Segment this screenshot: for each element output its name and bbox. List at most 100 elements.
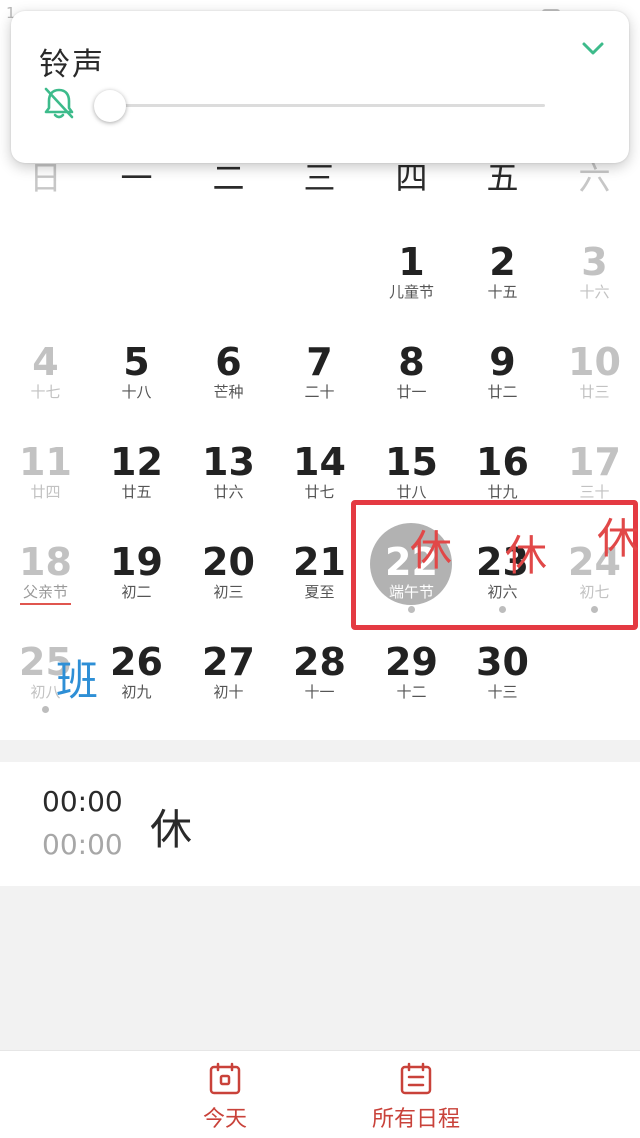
lunar-date-label: 十五 [487, 283, 518, 301]
calendar-day-27[interactable]: 27 初十 [183, 640, 274, 740]
lunar-date-label: 廿五 [121, 483, 152, 501]
day-number: 6 [215, 340, 242, 384]
day-number: 10 [568, 340, 621, 384]
empty-area [0, 886, 640, 1050]
event-item[interactable]: 00:00 00:00 休 [0, 762, 640, 886]
today-tab[interactable]: 今天 [155, 1061, 295, 1137]
calendar-day-7[interactable]: 7 二十 [274, 340, 365, 440]
day-number: 2 [489, 240, 516, 284]
event-dot [42, 706, 49, 713]
day-number: 4 [32, 340, 59, 384]
lunar-date-label: 廿四 [30, 483, 61, 501]
calendar-day-19[interactable]: 19 初二 [91, 540, 182, 640]
lunar-date-label: 芒种 [213, 383, 244, 401]
day-number: 28 [293, 640, 346, 684]
calendar-day-6[interactable]: 6 芒种 [183, 340, 274, 440]
lunar-date-label: 廿一 [396, 383, 427, 401]
rest-mark: 休 [410, 526, 453, 575]
day-number: 13 [202, 440, 255, 484]
weekday-mon: 一 [120, 162, 153, 192]
day-number: 7 [306, 340, 333, 384]
lunar-date-label: 廿七 [304, 483, 335, 501]
all-schedules-tab[interactable]: 所有日程 [346, 1061, 486, 1137]
day-number: 11 [19, 440, 72, 484]
lunar-date-label: 初二 [121, 583, 152, 601]
calendar-day-5[interactable]: 5 十八 [91, 340, 182, 440]
day-number: 9 [489, 340, 516, 384]
calendar-day-13[interactable]: 13 廿六 [183, 440, 274, 540]
day-number: 26 [110, 640, 163, 684]
day-number: 12 [110, 440, 163, 484]
calendar-day-18[interactable]: 18 父亲节 [0, 540, 91, 640]
day-number: 14 [293, 440, 346, 484]
calendar-day-4[interactable]: 4 十七 [0, 340, 91, 440]
calendar-today-icon [209, 1062, 241, 1095]
calendar-day-10[interactable]: 10 廿三 [549, 340, 640, 440]
lunar-date-label: 儿童节 [388, 283, 434, 301]
lunar-date-label: 初十 [213, 683, 244, 701]
day-number: 30 [476, 640, 529, 684]
lunar-date-label: 二十 [304, 383, 335, 401]
lunar-date-label: 父亲节 [22, 583, 68, 601]
weekday-wed: 三 [303, 162, 336, 192]
calendar-day-2[interactable]: 2 十五 [457, 240, 548, 340]
day-number: 29 [385, 640, 438, 684]
day-number: 27 [202, 640, 255, 684]
all-schedules-tab-label: 所有日程 [371, 1107, 460, 1132]
day-number: 3 [581, 240, 608, 284]
event-start-time: 00:00 [42, 785, 123, 818]
lunar-date-label: 初三 [213, 583, 244, 601]
lunar-date-label: 初九 [121, 683, 152, 701]
rest-mark: 休 [597, 514, 640, 563]
day-number: 5 [123, 340, 150, 384]
weekday-tue: 二 [212, 162, 245, 192]
day-number: 15 [385, 440, 438, 484]
calendar-day-11[interactable]: 11 廿四 [0, 440, 91, 540]
weekday-sun: 日 [29, 162, 62, 192]
lunar-date-label: 十八 [121, 383, 152, 401]
event-end-time: 00:00 [42, 828, 123, 861]
calendar-day-12[interactable]: 12 廿五 [91, 440, 182, 540]
lunar-date-label: 廿二 [487, 383, 518, 401]
calendar-day-8[interactable]: 8 廿一 [366, 340, 457, 440]
bottom-tab-bar: 今天 所有日程 [0, 1050, 640, 1138]
event-title: 休 [150, 805, 193, 854]
bell-muted-icon[interactable] [39, 83, 79, 123]
calendar-day-29[interactable]: 29 十二 [366, 640, 457, 740]
schedule-list-icon [400, 1062, 432, 1095]
lunar-date-label: 十二 [396, 683, 427, 701]
day-number: 16 [476, 440, 529, 484]
lunar-date-label: 三十 [579, 483, 610, 501]
volume-slider-thumb[interactable] [94, 90, 126, 122]
chevron-down-icon[interactable] [577, 33, 609, 65]
weekday-sat: 六 [578, 162, 611, 192]
calendar-screen: 1... ... 日 一 二 三 四 五 六 1儿童节2十五3十六4十七5十八6… [0, 0, 640, 1138]
ringtone-volume-popup: 铃声 [11, 11, 629, 163]
lunar-date-label: 十一 [304, 683, 335, 701]
lunar-date-label: 廿八 [396, 483, 427, 501]
calendar-day-20[interactable]: 20 初三 [183, 540, 274, 640]
ringtone-title: 铃声 [39, 47, 105, 83]
day-number: 17 [568, 440, 621, 484]
festival-underline [20, 603, 71, 605]
day-number: 19 [110, 540, 163, 584]
day-number: 20 [202, 540, 255, 584]
day-number: 1 [398, 240, 425, 284]
lunar-date-label: 十七 [30, 383, 61, 401]
calendar-day-9[interactable]: 9 廿二 [457, 340, 548, 440]
holiday-highlight-box [351, 500, 638, 630]
volume-slider-track[interactable] [111, 104, 545, 107]
weekday-thu: 四 [395, 162, 428, 192]
section-divider [0, 740, 640, 762]
lunar-date-label: 十三 [487, 683, 518, 701]
weekday-fri: 五 [486, 162, 519, 192]
rest-mark: 休 [505, 531, 548, 580]
calendar-day-28[interactable]: 28 十一 [274, 640, 365, 740]
calendar-day-30[interactable]: 30 十三 [457, 640, 548, 740]
work-mark: 班 [56, 656, 99, 705]
lunar-date-label: 廿六 [213, 483, 244, 501]
calendar-day-26[interactable]: 26 初九 [91, 640, 182, 740]
lunar-date-label: 廿三 [579, 383, 610, 401]
calendar-day-3[interactable]: 3 十六 [549, 240, 640, 340]
calendar-day-1[interactable]: 1 儿童节 [366, 240, 457, 340]
